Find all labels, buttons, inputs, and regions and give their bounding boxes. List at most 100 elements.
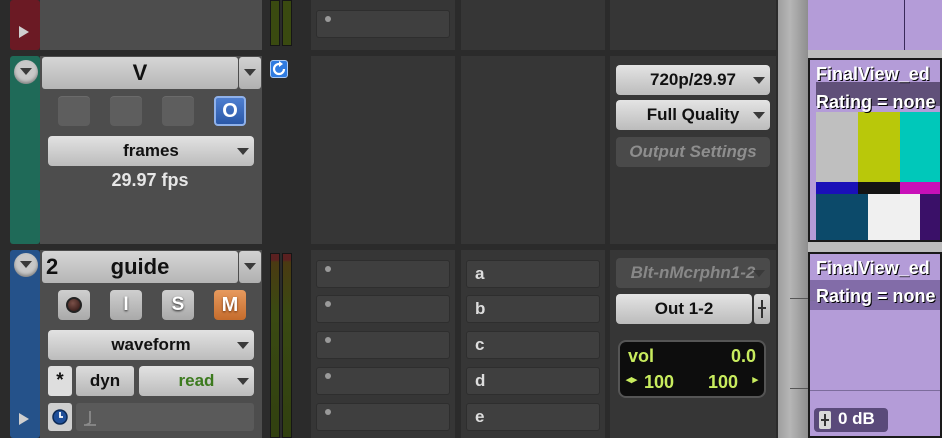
track-color-strip-red: [10, 0, 40, 50]
chevron-down-icon: [746, 258, 770, 288]
video-track-name[interactable]: V: [42, 57, 238, 89]
send-slot[interactable]: b: [466, 295, 600, 323]
collapse-track-button[interactable]: [14, 60, 38, 84]
send-slot[interactable]: c: [466, 331, 600, 359]
audio-output-selector[interactable]: Out 1-2: [616, 294, 752, 324]
sync-icon[interactable]: [270, 60, 288, 78]
color-bars-thumbnail: [816, 112, 940, 240]
clip-gain-badge[interactable]: 0 dB: [814, 408, 888, 432]
timeline-clip-top[interactable]: [808, 0, 942, 50]
frame-rate-readout: 29.97 fps: [111, 170, 189, 190]
automation-mode-label: read: [178, 371, 215, 390]
volume-label: vol: [628, 346, 655, 366]
output-settings-button[interactable]: Output Settings: [616, 137, 770, 167]
insert-slot[interactable]: [316, 403, 450, 431]
timebase-toggle[interactable]: [48, 403, 72, 431]
timebase-selector[interactable]: frames: [48, 136, 254, 166]
inserts-column-top: [311, 0, 455, 50]
meter-left: [270, 0, 280, 46]
send-slot[interactable]: d: [466, 367, 600, 395]
insert-slot[interactable]: [316, 295, 450, 323]
chevron-down-icon: [230, 136, 254, 166]
expand-track-icon[interactable]: [19, 413, 29, 425]
insert-slot[interactable]: [316, 367, 450, 395]
sends-column-video: [461, 56, 605, 244]
pan-left-value: 100: [644, 372, 675, 392]
pan-right-arrow-icon: ▸: [752, 374, 758, 386]
video-track-button-1[interactable]: [58, 96, 90, 126]
sends-column-audio: a b c d e: [461, 250, 605, 438]
expand-track-icon[interactable]: [19, 26, 29, 38]
mute-button[interactable]: M: [214, 290, 246, 320]
volume-value: 0.0: [730, 346, 756, 366]
insert-slot[interactable]: [316, 260, 450, 288]
send-slot[interactable]: e: [466, 403, 600, 431]
audio-output-label: Out 1-2: [654, 299, 714, 318]
audio-clip[interactable]: FinalView_ed Rating = none 0 dB: [808, 252, 942, 438]
clock-icon: [52, 409, 68, 425]
sends-column-top: [461, 0, 605, 50]
track-header-partial: [40, 0, 262, 50]
audio-clip-rating: Rating = none: [816, 286, 936, 306]
video-online-button[interactable]: O: [214, 96, 246, 126]
send-slot-label: a: [475, 264, 485, 283]
audio-input-selector[interactable]: Blt-nMcrphn1-2: [616, 258, 770, 288]
chevron-down-icon: [230, 366, 254, 396]
meter-left: [270, 253, 280, 438]
record-icon: [66, 297, 82, 313]
video-format-selector[interactable]: 720p/29.97: [616, 65, 770, 95]
video-track-name-menu[interactable]: [239, 57, 261, 89]
input-monitor-button[interactable]: I: [110, 290, 142, 320]
video-clip-rating: Rating = none: [816, 92, 936, 112]
send-slot-label: c: [475, 335, 485, 354]
io-column-top: [610, 0, 776, 50]
send-slot[interactable]: a: [466, 260, 600, 288]
video-clip-title: FinalView_ed: [816, 64, 930, 84]
track-view-selector[interactable]: waveform: [48, 330, 254, 360]
video-track-button-3[interactable]: [162, 96, 194, 126]
send-slot-label: d: [475, 371, 486, 390]
record-enable-button[interactable]: [58, 290, 90, 320]
send-slot-label: b: [475, 299, 486, 318]
asterisk-button[interactable]: *: [48, 366, 72, 396]
volume-pan-display[interactable]: vol 0.0 ◂▸ 100 100 ▸: [618, 340, 766, 398]
audio-input-label: Blt-nMcrphn1-2: [630, 263, 756, 282]
track-color-strip-blue: [10, 250, 40, 438]
elastic-audio-field[interactable]: [76, 403, 254, 431]
inserts-column-video: [311, 56, 455, 244]
output-window-button[interactable]: [754, 294, 770, 324]
meter-right: [282, 0, 292, 46]
send-slot-label: e: [475, 407, 485, 426]
clip-boundary: [904, 0, 905, 50]
track-color-strip-teal: [10, 56, 40, 244]
insert-slot[interactable]: [316, 10, 450, 38]
chevron-down-icon: [746, 100, 770, 130]
meter-right: [282, 253, 292, 438]
audio-track-name-menu[interactable]: [239, 251, 261, 283]
video-quality-selector[interactable]: Full Quality: [616, 100, 770, 130]
audio-clip-title: FinalView_ed: [816, 258, 930, 278]
solo-button[interactable]: S: [162, 290, 194, 320]
audio-track-name-label: guide: [110, 254, 170, 279]
clip-gain-value: 0 dB: [838, 409, 875, 428]
collapse-track-button[interactable]: [14, 253, 38, 277]
automation-mode-selector[interactable]: read: [139, 366, 254, 396]
video-track-button-2[interactable]: [110, 96, 142, 126]
pan-right-value: 100: [708, 372, 739, 392]
track-view-label: waveform: [111, 335, 191, 354]
video-format-label: 720p/29.97: [649, 70, 736, 89]
chevron-down-icon: [230, 330, 254, 360]
video-clip[interactable]: FinalView_ed Rating = none: [808, 58, 942, 242]
inserts-column-audio: [311, 250, 455, 438]
gain-fader-icon: [819, 411, 831, 429]
audio-track-name[interactable]: 2 guide: [42, 251, 238, 283]
dyn-button[interactable]: dyn: [76, 366, 134, 396]
waveform-centerline: [810, 390, 940, 391]
pan-left-arrows-icon: ◂▸: [626, 374, 638, 386]
timebase-label: frames: [123, 141, 179, 160]
timeline-gutter: [778, 0, 808, 438]
video-quality-label: Full Quality: [646, 105, 740, 124]
timeline-tick: [790, 298, 808, 299]
insert-slot[interactable]: [316, 331, 450, 359]
timeline-tick: [790, 388, 808, 389]
